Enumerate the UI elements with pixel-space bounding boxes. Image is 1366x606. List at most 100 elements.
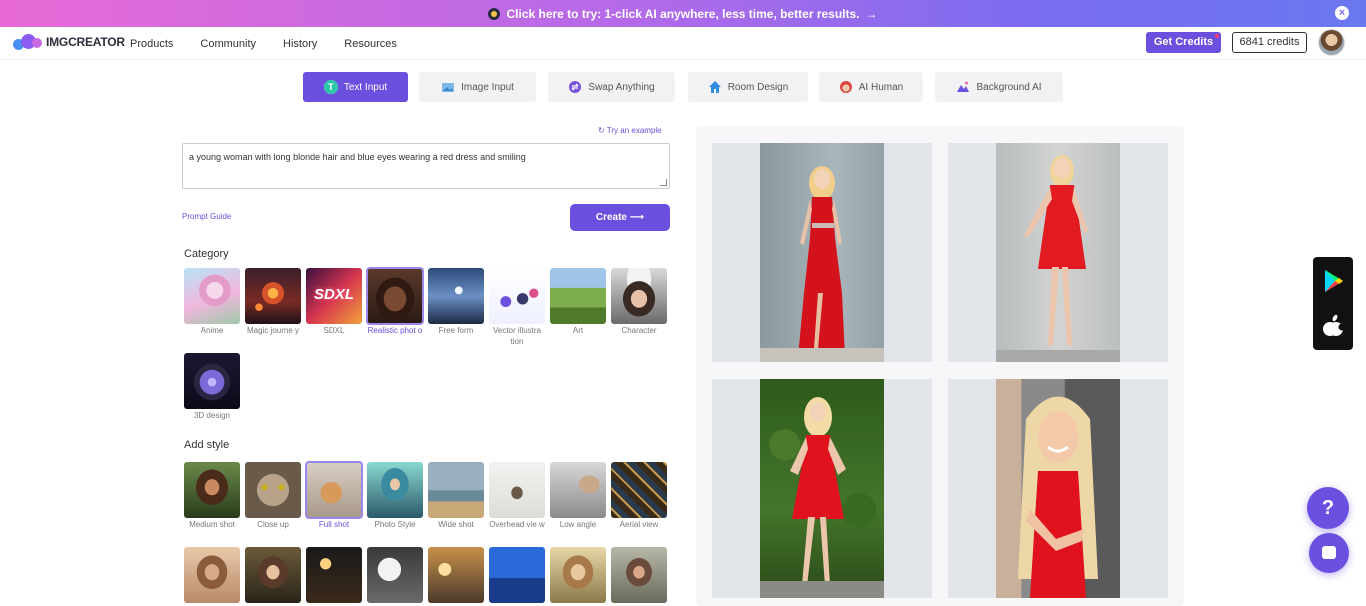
woman-red-gown-illustration (760, 166, 884, 362)
app-download-badge (1313, 257, 1353, 350)
help-button[interactable]: ? (1307, 487, 1349, 529)
generated-image (996, 143, 1120, 362)
nav-history[interactable]: History (283, 38, 317, 50)
tab-background-ai[interactable]: Background AI (935, 72, 1063, 102)
logo-icon (13, 33, 43, 51)
woman-smiling-portrait-illustration (1018, 396, 1098, 598)
style-item[interactable] (245, 547, 301, 603)
style-item[interactable] (306, 547, 362, 603)
get-credits-label: Get Credits (1153, 36, 1214, 48)
vector-illustration-thumbnail (489, 268, 545, 324)
result-image-card[interactable] (712, 143, 932, 362)
arrow-right-icon: → (865, 6, 878, 21)
category-item[interactable]: SDXL SDXL (306, 268, 362, 336)
tab-label: Room Design (727, 81, 789, 93)
style-item[interactable] (550, 547, 606, 603)
category-label: Character (621, 326, 657, 335)
google-play-icon[interactable] (1325, 270, 1343, 292)
photo-style-thumbnail (367, 462, 423, 518)
full-shot-thumbnail (305, 461, 363, 519)
generated-image (760, 143, 884, 362)
style-label: Photo Style (374, 520, 416, 529)
face-icon (839, 81, 852, 93)
style-thumbnail (184, 547, 240, 603)
get-credits-button[interactable]: Get Credits (1146, 32, 1221, 53)
results-panel (696, 126, 1184, 606)
apple-icon[interactable] (1323, 314, 1346, 336)
tab-text-input[interactable]: Text Input (303, 72, 408, 102)
style-item[interactable] (611, 547, 667, 603)
style-thumbnail (611, 547, 667, 603)
notification-dot (1215, 34, 1219, 38)
close-icon[interactable]: × (1335, 6, 1349, 20)
category-item-selected[interactable]: Realistic phot o (366, 267, 424, 336)
prompt-guide-link[interactable]: Prompt Guide (182, 212, 231, 221)
style-item[interactable]: Photo Style (367, 462, 423, 530)
category-item[interactable]: Character (611, 268, 667, 336)
style-item[interactable]: Close up (245, 462, 301, 530)
category-label: Anime (200, 326, 224, 335)
tab-label: AI Human (858, 81, 904, 93)
generated-image (996, 379, 1120, 598)
category-item[interactable]: Art (550, 268, 606, 336)
resize-handle-icon[interactable] (660, 179, 667, 186)
arrow-right-icon: ⟶ (629, 212, 645, 223)
nav-resources[interactable]: Resources (344, 38, 397, 50)
style-item[interactable] (428, 547, 484, 603)
tab-image-input[interactable]: Image Input (419, 72, 536, 102)
swap-icon (569, 81, 582, 93)
category-item[interactable]: Anime (184, 268, 240, 336)
style-item[interactable]: Aerial view (611, 462, 667, 530)
style-item-selected[interactable]: Full shot (305, 461, 363, 530)
sdxl-overlay-text: SDXL (313, 286, 354, 303)
promo-text[interactable]: Click here to try: 1-click AI anywhere, … (506, 7, 859, 21)
style-item[interactable]: Medium shot (184, 462, 240, 530)
tab-label: Swap Anything (588, 81, 655, 93)
credits-balance[interactable]: 6841 credits (1232, 32, 1307, 53)
result-image-card[interactable] (948, 143, 1168, 362)
create-button[interactable]: Create ⟶ (570, 204, 670, 231)
chat-button[interactable] (1309, 533, 1349, 573)
style-item[interactable] (367, 547, 423, 603)
style-item[interactable]: Wide shot (428, 462, 484, 530)
category-item[interactable]: 3D design (184, 353, 240, 421)
logo[interactable]: IMGCREATOR (13, 33, 125, 51)
nav-community[interactable]: Community (200, 38, 256, 50)
tab-room-design[interactable]: Room Design (688, 72, 808, 102)
app-store-icons (1323, 270, 1346, 336)
character-thumbnail (611, 268, 667, 324)
try-example-link[interactable]: ↻ Try an example (598, 126, 662, 135)
category-label: Realistic phot o (367, 326, 423, 335)
style-item[interactable] (184, 547, 240, 603)
category-label: Magic journe y (246, 326, 300, 335)
magic-journey-thumbnail (245, 268, 301, 324)
avatar[interactable] (1318, 29, 1345, 56)
category-label: Vector illustra tion (492, 326, 542, 346)
style-item[interactable] (489, 547, 545, 603)
result-image-card[interactable] (712, 379, 932, 598)
nav-products[interactable]: Products (130, 38, 173, 50)
style-label: Medium shot (189, 520, 235, 529)
top-nav: IMGCREATOR Products Community History Re… (0, 27, 1366, 60)
create-label: Create (595, 212, 627, 223)
category-item[interactable]: Free form (428, 268, 484, 336)
free-form-thumbnail (428, 268, 484, 324)
category-label: 3D design (193, 411, 231, 420)
sdxl-thumbnail: SDXL (306, 268, 362, 324)
tab-ai-human[interactable]: AI Human (819, 72, 923, 102)
woman-short-red-dress-illustration (996, 155, 1120, 362)
try-example-label: Try an example (606, 126, 662, 135)
style-item[interactable]: Overhead vie w (489, 462, 545, 530)
tab-swap-anything[interactable]: Swap Anything (548, 72, 675, 102)
promo-banner[interactable]: Click here to try: 1-click AI anywhere, … (0, 0, 1366, 27)
category-label: Free form (438, 326, 474, 335)
category-item[interactable]: Vector illustra tion (489, 268, 545, 347)
category-item[interactable]: Magic journe y (245, 268, 301, 336)
result-image-card[interactable] (948, 379, 1168, 598)
style-label: Full shot (318, 520, 350, 529)
style-item[interactable]: Low angle (550, 462, 606, 530)
style-thumbnail (550, 547, 606, 603)
overhead-view-thumbnail (489, 462, 545, 518)
generated-image (760, 379, 884, 598)
prompt-input[interactable]: a young woman with long blonde hair and … (182, 143, 670, 189)
